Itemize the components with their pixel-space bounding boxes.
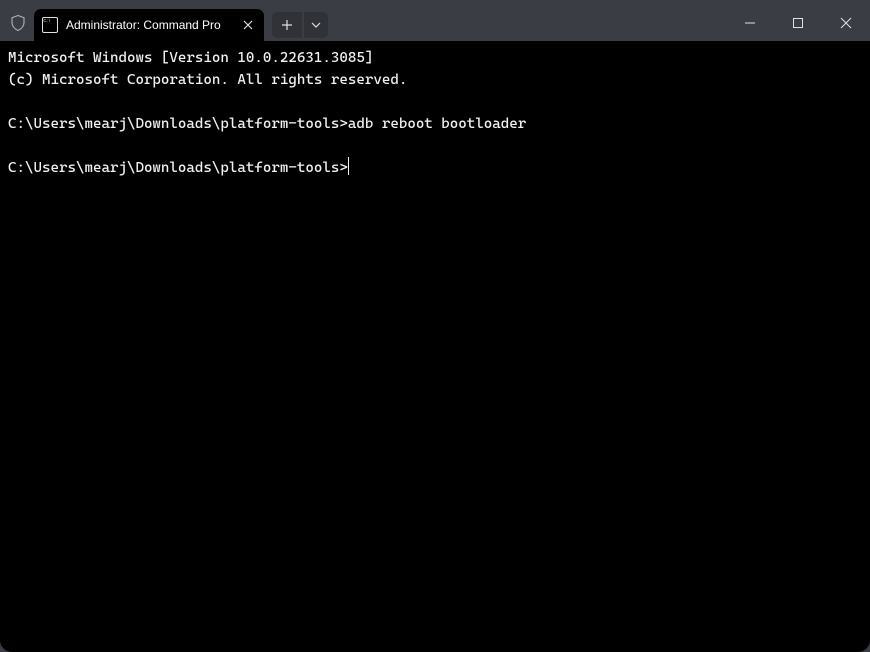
- new-tab-group: [272, 12, 328, 38]
- new-tab-button[interactable]: [272, 12, 302, 38]
- active-tab[interactable]: Administrator: Command Pro: [34, 9, 264, 41]
- tab-title: Administrator: Command Pro: [66, 18, 238, 32]
- maximize-button[interactable]: [774, 5, 822, 41]
- close-window-button[interactable]: [822, 5, 870, 41]
- minimize-button[interactable]: [726, 5, 774, 41]
- window-controls: [726, 5, 870, 41]
- terminal-output[interactable]: Microsoft Windows [Version 10.0.22631.30…: [0, 41, 870, 652]
- prompt: C:\Users\mearj\Downloads\platform-tools>: [8, 160, 348, 176]
- cursor: [348, 157, 349, 175]
- shield-icon: [8, 14, 28, 32]
- new-tab-dropdown[interactable]: [304, 12, 328, 38]
- title-bar: Administrator: Command Pro: [0, 0, 870, 41]
- output-line: Microsoft Windows [Version 10.0.22631.30…: [8, 50, 373, 66]
- window-frame: Administrator: Command Pro: [0, 0, 870, 652]
- command-text: adb reboot bootloader: [348, 116, 526, 132]
- output-line: (c) Microsoft Corporation. All rights re…: [8, 72, 407, 88]
- close-tab-icon[interactable]: [238, 15, 258, 35]
- cmd-icon: [42, 17, 58, 33]
- prompt: C:\Users\mearj\Downloads\platform-tools>: [8, 116, 348, 132]
